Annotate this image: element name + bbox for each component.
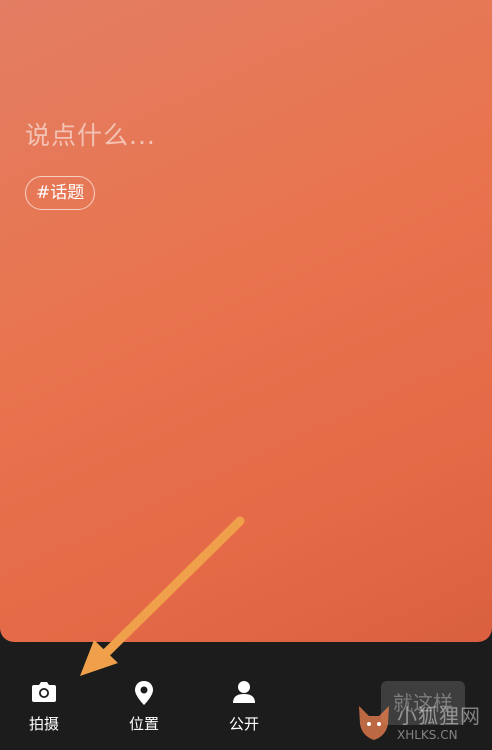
topic-tag-button[interactable]: #话题 — [25, 176, 96, 210]
location-pin-icon — [114, 680, 174, 706]
camera-icon — [14, 680, 74, 706]
post-background-card[interactable]: 说点什么... #话题 — [0, 0, 492, 642]
location-label: 位置 — [128, 715, 159, 733]
toolbar-item-capture[interactable]: 拍摄 — [14, 680, 74, 734]
visibility-label: 公开 — [228, 715, 259, 733]
publish-button[interactable]: 就这样 — [381, 681, 465, 725]
toolbar-item-visibility[interactable]: 公开 — [214, 680, 274, 734]
person-icon — [214, 680, 274, 706]
bottom-toolbar: 拍摄 位置 公开 就这样 — [0, 642, 492, 750]
capture-label: 拍摄 — [28, 715, 59, 733]
toolbar-item-location[interactable]: 位置 — [114, 680, 174, 734]
post-text-placeholder[interactable]: 说点什么... — [25, 116, 156, 152]
